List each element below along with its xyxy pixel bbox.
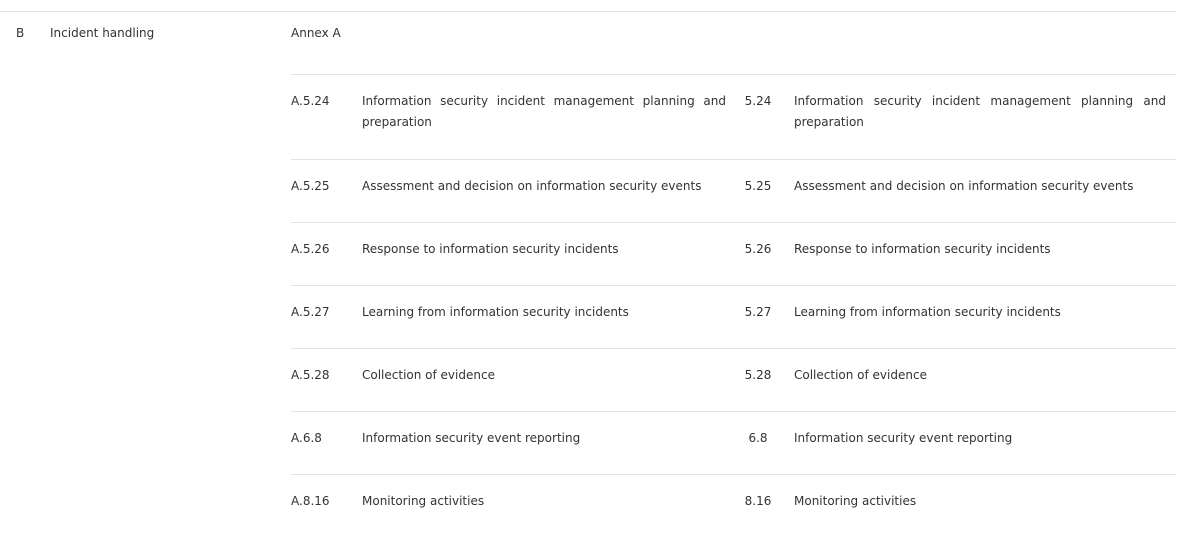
- annex-control-description: Learning from information security incid…: [362, 305, 629, 319]
- section-title: Incident handling: [50, 26, 155, 40]
- top-divider: [0, 11, 1176, 12]
- control-code: 6.8: [748, 431, 768, 445]
- annex-control-description: Monitoring activities: [362, 494, 485, 508]
- control-code: 8.16: [744, 494, 772, 508]
- control-code: 5.24: [744, 94, 772, 108]
- control-description: Learning from information security incid…: [794, 305, 1061, 319]
- annex-control-description: Response to information security inciden…: [362, 242, 619, 256]
- control-code: 5.28: [744, 368, 772, 382]
- annex-control-code: A.5.25: [291, 179, 330, 193]
- table-row: A.5.27 Learning from information securit…: [291, 285, 1176, 348]
- annex-control-code: A.6.8: [291, 431, 322, 445]
- control-description: Information security incident management…: [794, 94, 1166, 129]
- section-id: B: [16, 26, 25, 40]
- annex-control-description: Assessment and decision on information s…: [362, 179, 702, 193]
- table-row: A.6.8 Information security event reporti…: [291, 411, 1176, 474]
- table-row: A.5.26 Response to information security …: [291, 222, 1176, 285]
- annex-control-code: A.5.28: [291, 368, 330, 382]
- control-code: 5.25: [744, 179, 772, 193]
- control-description: Collection of evidence: [794, 368, 927, 382]
- table-row: A.8.16 Monitoring activities 8.16 Monito…: [291, 474, 1176, 537]
- control-description: Monitoring activities: [794, 494, 917, 508]
- control-mapping-table: A.5.24 Information security incident man…: [291, 74, 1176, 537]
- annex-control-code: A.5.24: [291, 94, 330, 108]
- annex-control-description: Information security incident management…: [362, 94, 726, 129]
- annex-control-code: A.5.26: [291, 242, 330, 256]
- control-code: 5.26: [744, 242, 772, 256]
- table-row: A.5.25 Assessment and decision on inform…: [291, 159, 1176, 222]
- control-description: Information security event reporting: [794, 431, 1013, 445]
- annex-control-code: A.8.16: [291, 494, 330, 508]
- table-row: A.5.24 Information security incident man…: [291, 74, 1176, 159]
- annex-control-code: A.5.27: [291, 305, 330, 319]
- table-row: A.5.28 Collection of evidence 5.28 Colle…: [291, 348, 1176, 411]
- control-code: 5.27: [744, 305, 772, 319]
- annex-control-description: Collection of evidence: [362, 368, 495, 382]
- annex-label: Annex A: [291, 26, 341, 40]
- annex-control-description: Information security event reporting: [362, 431, 581, 445]
- control-description: Assessment and decision on information s…: [794, 179, 1134, 193]
- control-description: Response to information security inciden…: [794, 242, 1051, 256]
